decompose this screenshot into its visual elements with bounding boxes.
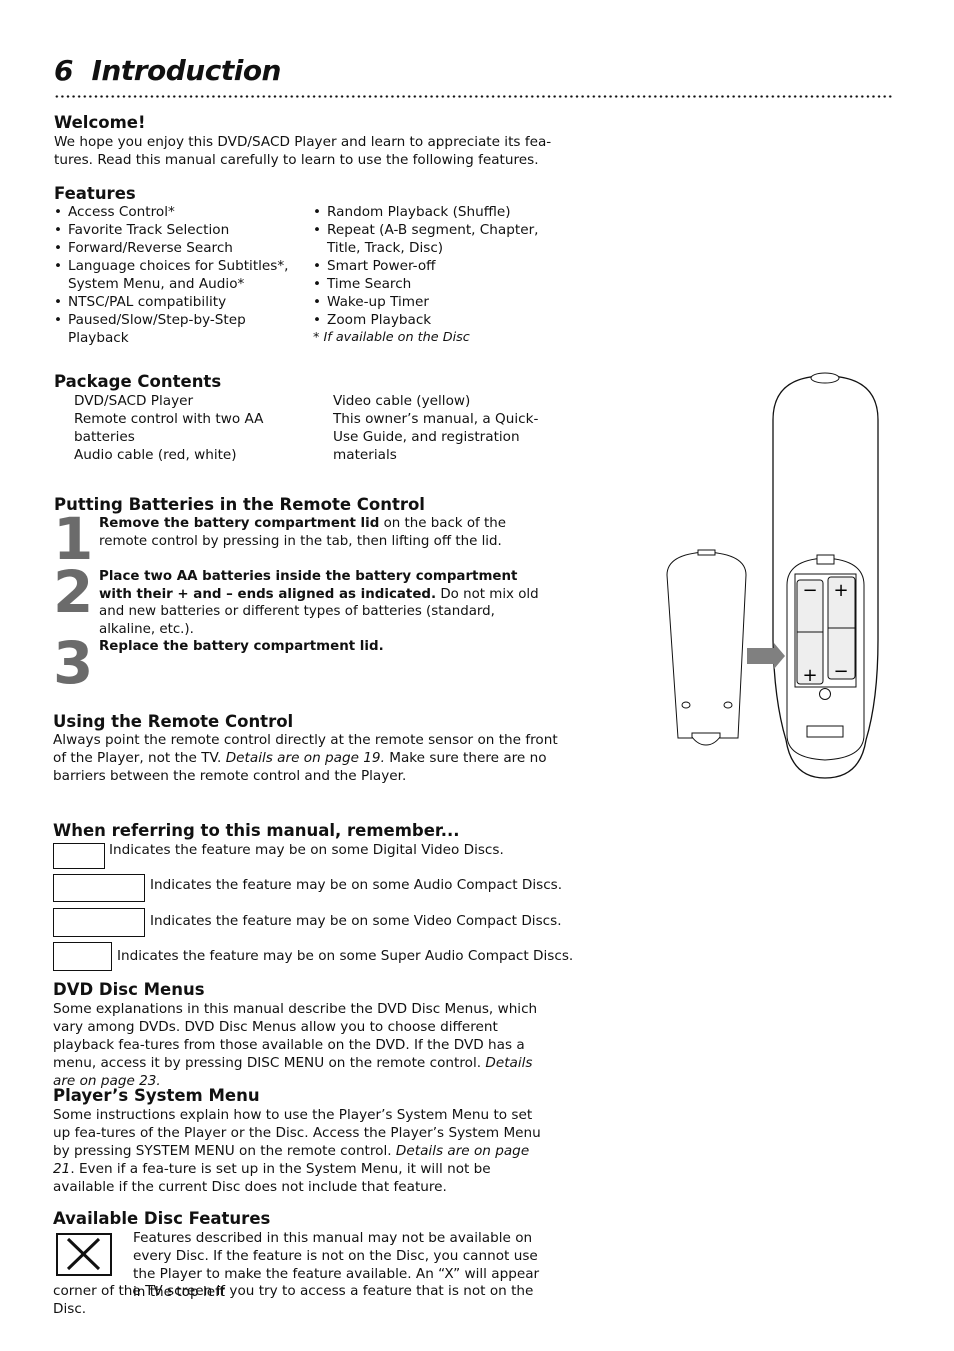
feature-item: Smart Power-off	[313, 257, 553, 275]
step-text: Replace the battery compartment lid.	[99, 638, 539, 656]
page-number: 6	[54, 54, 73, 87]
features-footnote: * If available on the Disc	[313, 330, 470, 345]
available-heading: Available Disc Features	[53, 1209, 271, 1228]
compartment-hole	[819, 688, 831, 700]
step-number: 2	[53, 558, 93, 626]
package-item: Video cable (yellow)	[333, 393, 471, 409]
feature-item: Repeat (A-B segment, Chapter, Title, Tra…	[313, 221, 553, 257]
step-text: Place two AA batteries inside the batter…	[99, 568, 544, 638]
battery-minus-label: −	[833, 661, 848, 682]
feature-item: NTSC/PAL compatibility	[54, 293, 289, 311]
feature-item: Language choices for Subtitles*, System …	[54, 257, 289, 293]
referring-item: Indicates the feature may be on some Dig…	[109, 842, 504, 858]
step-bold: Replace the battery compartment lid.	[99, 639, 384, 654]
feature-item: Zoom Playback	[313, 311, 553, 329]
features-list-right: Random Playback (Shuffle) Repeat (A-B se…	[313, 203, 553, 347]
features-heading: Features	[54, 184, 136, 203]
dotted-rule	[54, 95, 892, 98]
package-heading: Package Contents	[54, 372, 222, 391]
using-heading: Using the Remote Control	[53, 712, 294, 731]
batteries-heading: Putting Batteries in the Remote Control	[54, 495, 425, 514]
feature-item: Access Control*	[54, 203, 289, 221]
page-title: 6 Introduction	[54, 54, 281, 87]
page-reference: Details are on page 19.	[225, 750, 385, 766]
battery-plus-label: +	[802, 665, 817, 686]
battery-minus-label: −	[802, 580, 817, 601]
feature-item: Time Search	[313, 275, 553, 293]
dvd-icon	[53, 843, 105, 869]
using-text: Always point the remote control directly…	[53, 731, 558, 785]
package-item: This owner’s manual, a Quick-Use Guide, …	[333, 411, 539, 463]
package-item: DVD/SACD Player	[74, 393, 194, 409]
ir-emitter	[810, 372, 840, 384]
compartment-label-plate	[806, 725, 844, 738]
referring-item: Indicates the feature may be on some Aud…	[150, 877, 563, 893]
available-text-bottom: corner of the TV screen if you try to ac…	[53, 1283, 534, 1317]
system-menu-heading: Player’s System Menu	[53, 1086, 260, 1105]
features-list-left: Access Control* Favorite Track Selection…	[54, 203, 289, 347]
package-list-right: Video cable (yellow) This owner’s manual…	[333, 392, 543, 464]
dvd-menus-text-part: Some explanations in this manual describ…	[53, 1001, 538, 1071]
battery-plus-label: +	[833, 580, 848, 601]
page-title-text: Introduction	[91, 54, 281, 87]
sacd-icon	[53, 942, 112, 971]
feature-item: Forward/Reverse Search	[54, 239, 289, 257]
step-bold: Remove the battery compartment lid	[99, 516, 380, 531]
package-item: Audio cable (red, white)	[74, 447, 237, 463]
remote-battery-illustration: − + + −	[666, 372, 879, 779]
battery-lid	[666, 551, 747, 739]
dvd-menus-heading: DVD Disc Menus	[53, 980, 205, 999]
dvd-menus-text: Some explanations in this manual describ…	[53, 1000, 543, 1090]
step-text: Remove the battery compartment lid on th…	[99, 515, 539, 550]
system-menu-text: Some instructions explain how to use the…	[53, 1106, 548, 1196]
welcome-text: We hope you enjoy this DVD/SACD Player a…	[54, 134, 552, 168]
x-mark-icon	[56, 1233, 112, 1276]
feature-item: Paused/Slow/Step-by-Step Playback	[54, 311, 289, 347]
step-number: 3	[53, 629, 93, 697]
system-menu-text-part: . Even if a fea-ture is set up in the Sy…	[53, 1161, 491, 1195]
feature-item: Random Playback (Shuffle)	[313, 203, 553, 221]
referring-item: Indicates the feature may be on some Sup…	[117, 948, 574, 964]
video-cd-icon	[53, 908, 145, 937]
package-item: Remote control with two AA batteries	[74, 411, 264, 445]
referring-heading: When referring to this manual, remember.…	[53, 821, 460, 840]
feature-item: Wake-up Timer	[313, 293, 553, 311]
audio-cd-icon	[53, 874, 145, 902]
referring-item: Indicates the feature may be on some Vid…	[150, 913, 562, 929]
welcome-heading: Welcome!	[54, 113, 146, 132]
feature-item: Favorite Track Selection	[54, 221, 289, 239]
lid-tab	[691, 732, 721, 746]
package-list-left: DVD/SACD Player Remote control with two …	[74, 392, 289, 464]
